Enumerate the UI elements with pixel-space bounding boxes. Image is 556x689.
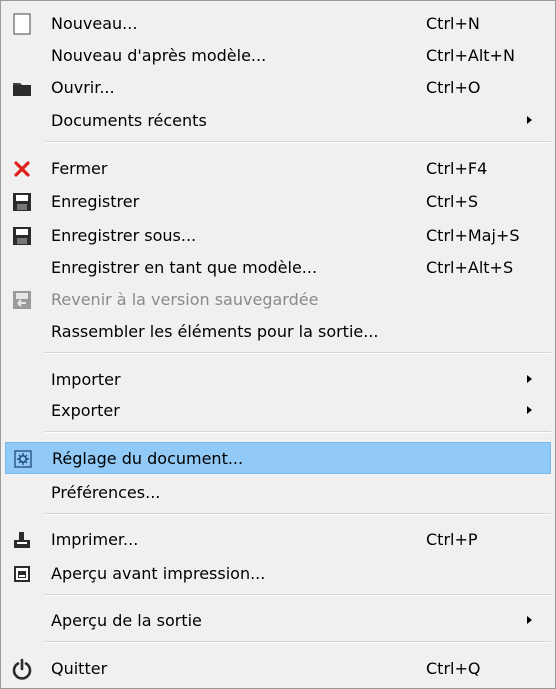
submenu-arrow-icon xyxy=(527,116,532,124)
menu-item-label: Ouvrir... xyxy=(51,78,115,97)
menu-item-label: Préférences... xyxy=(51,483,161,502)
menu-item-label: Rassembler les éléments pour la sortie..… xyxy=(51,322,379,341)
menu-item-shortcut: Ctrl+F4 xyxy=(426,159,488,178)
menu-separator xyxy=(45,594,551,596)
document-setup-icon xyxy=(14,450,32,468)
file-menu: Nouveau... Ctrl+N Nouveau d'après modèle… xyxy=(0,0,556,689)
menu-item-nouveau-modele[interactable]: Nouveau d'après modèle... Ctrl+Alt+N xyxy=(1,42,555,70)
menu-item-shortcut: Ctrl+Alt+S xyxy=(426,258,514,277)
menu-item-apercu-impression[interactable]: Aperçu avant impression... xyxy=(1,560,555,588)
menu-item-shortcut: Ctrl+S xyxy=(426,192,479,211)
save-icon xyxy=(13,193,31,211)
submenu-arrow-icon xyxy=(527,375,532,383)
menu-item-label: Enregistrer xyxy=(51,192,140,211)
menu-item-label: Aperçu avant impression... xyxy=(51,564,266,583)
menu-item-label: Importer xyxy=(51,370,121,389)
open-folder-icon xyxy=(13,83,31,96)
submenu-arrow-icon xyxy=(527,616,532,624)
menu-item-quitter[interactable]: Quitter Ctrl+Q xyxy=(1,655,555,683)
close-icon xyxy=(14,161,30,177)
menu-item-apercu-sortie[interactable]: Aperçu de la sortie xyxy=(1,607,555,635)
menu-item-shortcut: Ctrl+P xyxy=(426,530,478,549)
menu-item-label: Revenir à la version sauvegardée xyxy=(51,290,319,309)
menu-item-shortcut: Ctrl+Alt+N xyxy=(426,46,515,65)
menu-item-enregistrer-modele[interactable]: Enregistrer en tant que modèle... Ctrl+A… xyxy=(1,254,555,282)
menu-item-shortcut: Ctrl+N xyxy=(426,14,480,33)
menu-separator xyxy=(45,641,551,643)
menu-item-shortcut: Ctrl+O xyxy=(426,78,481,97)
menu-item-label: Enregistrer sous... xyxy=(51,226,197,245)
menu-item-rassembler[interactable]: Rassembler les éléments pour la sortie..… xyxy=(1,318,555,346)
revert-icon xyxy=(13,291,31,309)
menu-item-label: Nouveau... xyxy=(51,14,138,33)
menu-item-enregistrer-sous[interactable]: Enregistrer sous... Ctrl+Maj+S xyxy=(1,222,555,250)
power-icon xyxy=(12,658,32,680)
menu-item-enregistrer[interactable]: Enregistrer Ctrl+S xyxy=(1,188,555,216)
menu-item-label: Imprimer... xyxy=(51,530,139,549)
menu-separator xyxy=(45,513,551,515)
print-icon xyxy=(14,532,30,548)
menu-item-ouvrir[interactable]: Ouvrir... Ctrl+O xyxy=(1,74,555,102)
menu-item-label: Réglage du document... xyxy=(52,449,244,468)
menu-separator xyxy=(45,352,551,354)
menu-item-label: Nouveau d'après modèle... xyxy=(51,46,267,65)
menu-item-imprimer[interactable]: Imprimer... Ctrl+P xyxy=(1,526,555,554)
new-document-icon xyxy=(13,13,31,35)
menu-item-revenir: Revenir à la version sauvegardée xyxy=(1,286,555,314)
menu-item-label: Enregistrer en tant que modèle... xyxy=(51,258,318,277)
menu-item-documents-recents[interactable]: Documents récents xyxy=(1,107,555,135)
menu-item-preferences[interactable]: Préférences... xyxy=(1,479,555,507)
save-as-icon xyxy=(13,227,31,245)
menu-item-label: Exporter xyxy=(51,401,120,420)
submenu-arrow-icon xyxy=(527,406,532,414)
menu-item-reglage-document[interactable]: Réglage du document... xyxy=(5,442,551,474)
menu-item-exporter[interactable]: Exporter xyxy=(1,397,555,425)
menu-item-label: Fermer xyxy=(51,159,108,178)
menu-item-label: Documents récents xyxy=(51,111,207,130)
menu-item-shortcut: Ctrl+Maj+S xyxy=(426,226,520,245)
print-preview-icon xyxy=(14,566,30,582)
menu-item-nouveau[interactable]: Nouveau... Ctrl+N xyxy=(1,10,555,38)
menu-item-importer[interactable]: Importer xyxy=(1,366,555,394)
menu-separator xyxy=(45,431,551,433)
menu-item-shortcut: Ctrl+Q xyxy=(426,659,481,678)
menu-item-label: Aperçu de la sortie xyxy=(51,611,202,630)
menu-separator xyxy=(45,141,551,143)
menu-item-label: Quitter xyxy=(51,659,108,678)
menu-item-fermer[interactable]: Fermer Ctrl+F4 xyxy=(1,155,555,183)
